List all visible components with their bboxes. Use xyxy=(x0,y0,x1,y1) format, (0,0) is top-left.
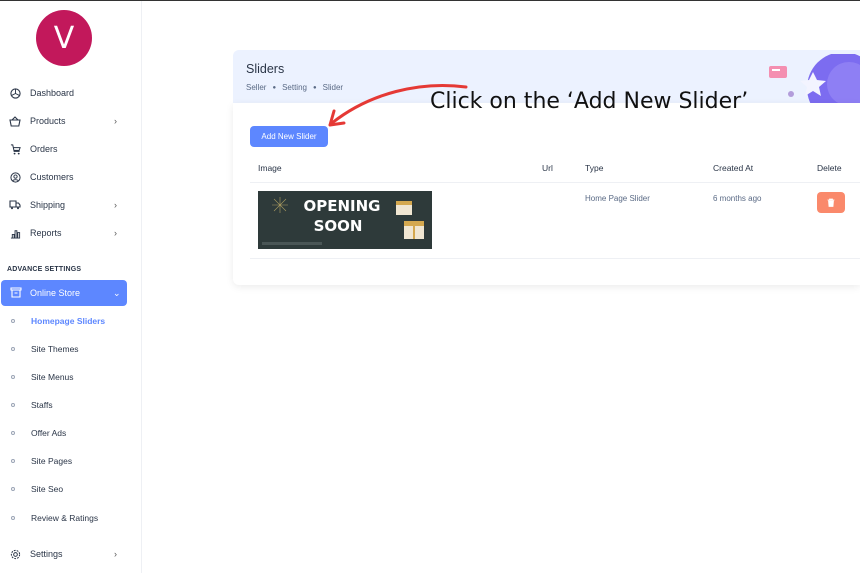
chevron-right-icon: › xyxy=(114,200,117,210)
basket-icon xyxy=(9,115,21,127)
sidebar-item-online-store[interactable]: Online Store ⌄ xyxy=(1,280,127,306)
bullet-icon: ● xyxy=(312,84,317,91)
header-illustration-icon xyxy=(769,54,860,104)
add-new-slider-button[interactable]: Add New Slider xyxy=(250,126,328,147)
sidebar-item-label: Products xyxy=(30,116,66,126)
sidebar-subitem-label: Staffs xyxy=(31,400,53,410)
chevron-right-icon: › xyxy=(114,116,117,126)
trash-icon xyxy=(827,198,835,207)
column-header-image: Image xyxy=(258,163,282,173)
row-type: Home Page Slider xyxy=(585,194,650,203)
cart-icon xyxy=(9,143,21,155)
dashboard-icon xyxy=(9,87,21,99)
sidebar-item-shipping[interactable]: Shipping › xyxy=(0,193,142,217)
divider xyxy=(250,182,860,183)
sidebar-subitem-site-seo[interactable]: Site Seo xyxy=(0,481,142,497)
sidebar-subitem-label: Site Menus xyxy=(31,372,74,382)
sidebar-item-label: Customers xyxy=(30,172,74,182)
column-header-delete: Delete xyxy=(817,163,842,173)
avatar[interactable]: V xyxy=(36,10,92,66)
delete-button[interactable] xyxy=(817,192,845,213)
chart-icon xyxy=(9,227,21,239)
sidebar-subitem-label: Homepage Sliders xyxy=(31,316,106,326)
sidebar-item-label: Settings xyxy=(30,549,63,559)
sidebar-item-label: Shipping xyxy=(30,200,66,210)
slider-banner-image-icon: OPENING SOON xyxy=(258,191,432,249)
sidebar-item-dashboard[interactable]: Dashboard xyxy=(0,81,142,105)
sidebar-item-products[interactable]: Products › xyxy=(0,109,142,133)
store-icon xyxy=(10,287,22,299)
sidebar-subitem-label: Offer Ads xyxy=(31,428,67,438)
chevron-right-icon: › xyxy=(114,549,117,559)
sidebar-subitem-staffs[interactable]: Staffs xyxy=(0,397,142,413)
breadcrumb-item[interactable]: Seller xyxy=(246,83,266,92)
sidebar-subitem-homepage-sliders[interactable]: Homepage Sliders xyxy=(0,313,142,329)
avatar-letter: V xyxy=(53,20,75,56)
sidebar-subitem-label: Site Themes xyxy=(31,344,79,354)
sidebar-subitem-label: Site Pages xyxy=(31,456,73,466)
truck-icon xyxy=(9,199,21,211)
page-title: Sliders xyxy=(246,62,285,76)
banner-text: OPENING xyxy=(304,197,381,215)
sidebar-item-label: Dashboard xyxy=(30,88,75,98)
sidebar-item-reports[interactable]: Reports › xyxy=(0,221,142,245)
sidebar-item-label: Orders xyxy=(30,144,58,154)
bullet-icon xyxy=(11,375,15,379)
bullet-icon xyxy=(11,516,15,520)
banner-text: SOON xyxy=(314,217,363,235)
bullet-icon: ● xyxy=(272,84,277,91)
sidebar: V Dashboard Products › Orders Customers … xyxy=(0,1,142,573)
sidebar-subitem-site-menus[interactable]: Site Menus xyxy=(0,369,142,385)
row-created-at: 6 months ago xyxy=(713,194,762,203)
sidebar-item-label: Reports xyxy=(30,228,62,238)
chevron-down-icon: ⌄ xyxy=(113,287,121,298)
bullet-icon xyxy=(11,347,15,351)
gear-icon xyxy=(9,548,21,560)
sidebar-subitem-label: Review & Ratings xyxy=(31,513,99,523)
sidebar-subitem-site-themes[interactable]: Site Themes xyxy=(0,341,142,357)
sidebar-item-orders[interactable]: Orders xyxy=(0,137,142,161)
sidebar-subitem-review-ratings[interactable]: Review & Ratings xyxy=(0,510,142,526)
section-label: ADVANCE SETTINGS xyxy=(7,266,82,273)
annotation-text: Click on the ‘Add New Slider’ xyxy=(430,89,749,114)
sidebar-item-label: Online Store xyxy=(30,288,81,298)
column-header-url: Url xyxy=(542,163,553,173)
breadcrumb-item[interactable]: Setting xyxy=(282,83,307,92)
bullet-icon xyxy=(11,459,15,463)
sidebar-subitem-site-pages[interactable]: Site Pages xyxy=(0,453,142,469)
bullet-icon xyxy=(11,319,15,323)
bullet-icon xyxy=(11,487,15,491)
sidebar-subitem-offer-ads[interactable]: Offer Ads xyxy=(0,425,142,441)
bullet-icon xyxy=(11,431,15,435)
divider xyxy=(250,258,860,259)
chevron-right-icon: › xyxy=(114,228,117,238)
column-header-created-at: Created At xyxy=(713,163,754,173)
sidebar-item-settings[interactable]: Settings › xyxy=(0,542,142,566)
slider-thumbnail: OPENING SOON xyxy=(258,191,432,249)
column-header-type: Type xyxy=(585,163,604,173)
user-circle-icon xyxy=(9,171,21,183)
sidebar-subitem-label: Site Seo xyxy=(31,484,64,494)
bullet-icon xyxy=(11,403,15,407)
sidebar-item-customers[interactable]: Customers xyxy=(0,165,142,189)
